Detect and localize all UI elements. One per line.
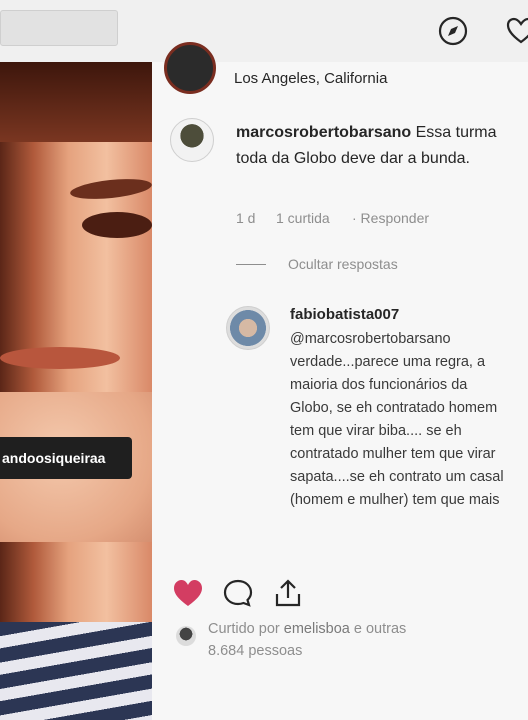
replies-divider bbox=[236, 264, 266, 265]
reply-username[interactable]: fabiobatista007 bbox=[290, 306, 399, 323]
heart-filled-icon[interactable] bbox=[172, 578, 204, 608]
photo-eye bbox=[82, 212, 152, 238]
hide-replies-button[interactable]: Ocultar respostas bbox=[288, 256, 398, 272]
likes-summary[interactable]: Curtido por emelisboa e outras 8.684 pes… bbox=[208, 618, 438, 662]
liker-avatar[interactable] bbox=[176, 626, 196, 646]
search-input[interactable] bbox=[0, 10, 118, 46]
author-avatar[interactable] bbox=[164, 42, 216, 94]
user-tag-label[interactable]: andoosiqueiraa bbox=[0, 437, 132, 479]
likes-prefix: Curtido por bbox=[208, 621, 284, 637]
comment-username[interactable]: marcosrobertobarsano bbox=[236, 124, 411, 141]
top-navigation-bar bbox=[0, 0, 528, 63]
likes-user[interactable]: emelisboa bbox=[284, 621, 350, 637]
reply-button[interactable]: · Responder bbox=[352, 210, 429, 226]
photo-hair-shadow bbox=[0, 62, 152, 142]
comment-text: marcosrobertobarsano Essa turma toda da … bbox=[236, 120, 506, 172]
commenter-avatar[interactable] bbox=[170, 118, 214, 162]
comment-likes-count[interactable]: 1 curtida bbox=[276, 210, 330, 226]
comments-panel: Los Angeles, California marcosrobertobar… bbox=[152, 42, 528, 720]
photo-striped-shirt bbox=[0, 622, 152, 720]
post-photo bbox=[0, 62, 152, 720]
share-icon[interactable] bbox=[272, 578, 304, 608]
photo-mouth bbox=[0, 347, 120, 369]
heart-outline-icon[interactable] bbox=[506, 16, 528, 46]
reply-text: @marcosrobertobarsano verdade...parece u… bbox=[290, 331, 504, 508]
comment-age[interactable]: 1 d bbox=[236, 210, 255, 226]
comment-bubble-icon[interactable] bbox=[222, 578, 254, 608]
post-location[interactable]: Los Angeles, California bbox=[234, 70, 387, 87]
compass-icon[interactable] bbox=[438, 16, 468, 46]
photo-eyebrow bbox=[69, 175, 152, 203]
reply-author-avatar[interactable] bbox=[226, 306, 270, 350]
